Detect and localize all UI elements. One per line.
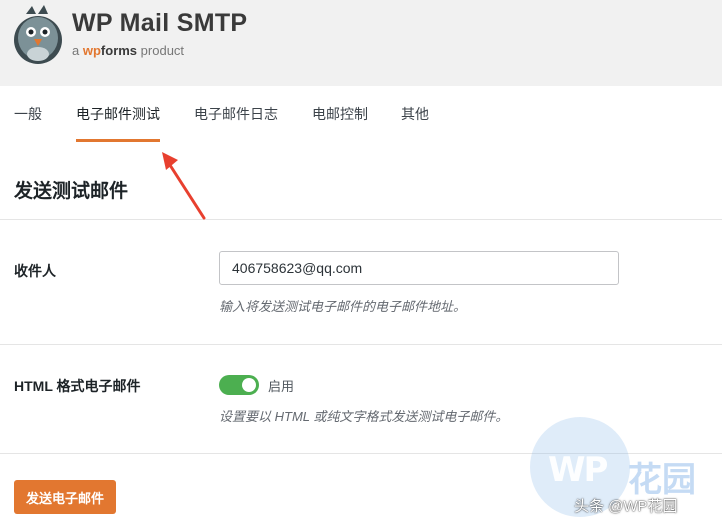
recipient-label: 收件人 [14,263,56,279]
html-email-toggle[interactable] [219,375,259,395]
recipient-description: 输入将发送测试电子邮件的电子邮件地址。 [219,299,467,314]
html-email-description: 设置要以 HTML 或纯文字格式发送测试电子邮件。 [219,409,509,424]
pigeon-logo-icon [14,5,62,64]
recipient-email-input[interactable] [219,251,619,285]
brand-sub-forms: forms [100,43,138,58]
toggle-status-label: 启用 [268,379,295,394]
brand-title: WP Mail SMTP [72,9,248,37]
brand-sub-prefix: a [72,43,80,58]
tab-misc[interactable]: 其他 [401,86,429,142]
tab-general[interactable]: 一般 [14,86,42,142]
watermark-logo-left: WP [548,450,608,490]
brand-subtitle: a wpforms product [72,43,184,58]
send-email-button[interactable]: 发送电子邮件 [14,480,116,514]
tab-email-controls[interactable]: 电邮控制 [312,86,368,142]
watermark-text: 头条 @WP花园 [574,498,678,515]
html-email-label: HTML 格式电子邮件 [14,378,141,394]
section-title: 发送测试邮件 [14,181,129,202]
tab-bar: 一般 电子邮件测试 电子邮件日志 电邮控制 其他 [0,86,722,142]
tab-email-test[interactable]: 电子邮件测试 [76,86,160,142]
divider [0,344,722,345]
brand-sub-wp: wp [82,43,101,58]
tab-email-log[interactable]: 电子邮件日志 [194,86,278,142]
page: WP Mail SMTP a wpforms product 一般 电子邮件测试… [0,0,722,528]
brand-sub-suffix: product [140,43,185,58]
watermark-logo-right: 花园 [628,460,696,500]
divider [0,219,722,220]
header: WP Mail SMTP a wpforms product [0,0,722,86]
